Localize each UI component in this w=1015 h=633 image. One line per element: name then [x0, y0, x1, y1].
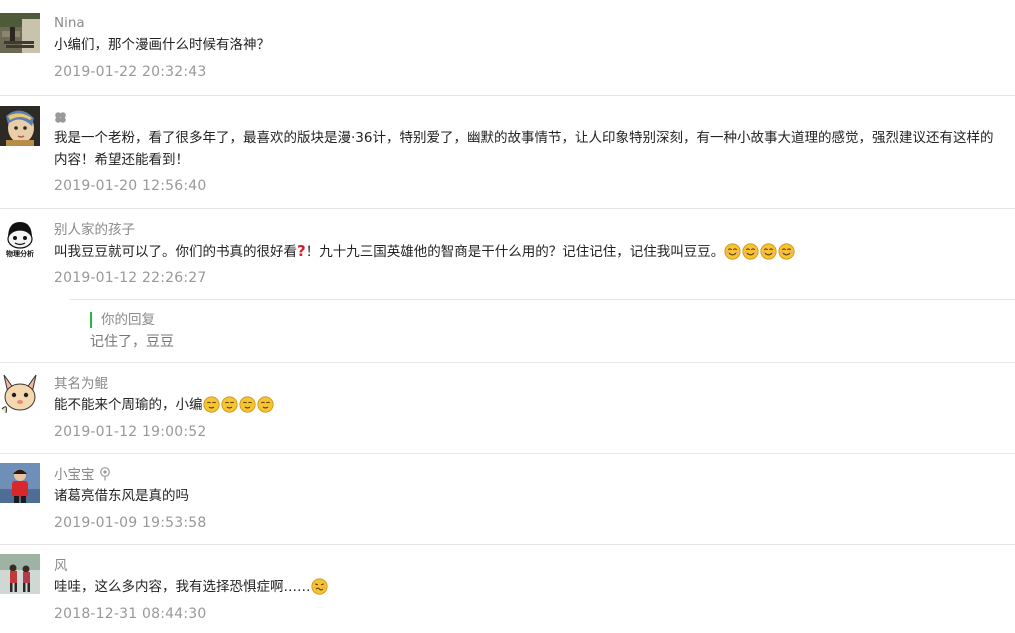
- comment-item: 我是一个老粉，看了很多年了，最喜欢的版块是漫·36计，特别爱了，幽默的故事情节，…: [0, 95, 1015, 208]
- comment-item: 其名为鲲 能不能来个周瑜的，小编 2019-01-12 19:00:52: [0, 362, 1015, 453]
- avatar[interactable]: [0, 554, 40, 594]
- smile-emoji-icon: [256, 396, 274, 413]
- author-reply: 你的回复 记住了，豆豆: [70, 299, 1015, 365]
- avatar[interactable]: [0, 106, 40, 146]
- comment-list: Nina 小编们，那个漫画什么时候有洛神？ 2019-01-22 20:32:4…: [0, 0, 1015, 633]
- avatar[interactable]: [0, 13, 40, 53]
- comment-time: 2019-01-12 22:26:27: [54, 270, 207, 286]
- svg-text:物理分析: 物理分析: [6, 249, 34, 258]
- comment-author: [54, 109, 67, 127]
- comment-time: 2019-01-20 12:56:40: [54, 178, 207, 194]
- avatar[interactable]: 物理分析: [0, 218, 40, 258]
- red-question-mark-icon: ?: [297, 242, 306, 260]
- blush-emoji-icon: [742, 243, 759, 260]
- comment-author: 小宝宝: [54, 466, 111, 484]
- reply-label: 你的回复: [90, 312, 155, 328]
- comment-author: 别人家的孩子: [54, 222, 135, 238]
- comment-item: 物理分析 别人家的孩子 叫我豆豆就可以了。你们的书真的很好看?！九十九三国英雄他…: [0, 208, 1015, 362]
- woozy-emoji-icon: [310, 578, 328, 595]
- comment-author: 其名为鲲: [54, 376, 108, 392]
- comment-text: 我是一个老粉，看了很多年了，最喜欢的版块是漫·36计，特别爱了，幽默的故事情节，…: [54, 130, 994, 168]
- smile-emoji-icon: [202, 396, 220, 413]
- avatar[interactable]: [0, 373, 40, 413]
- reply-text: 记住了，豆豆: [90, 334, 174, 350]
- comment-text: 叫我豆豆就可以了。你们的书真的很好看?！九十九三国英雄他的智商是干什么用的？记住…: [54, 240, 1004, 263]
- clover-icon: [55, 112, 66, 123]
- comment-text: 能不能来个周瑜的，小编: [54, 394, 1004, 416]
- comment-time: 2019-01-12 19:00:52: [54, 424, 207, 440]
- comment-author: Nina: [54, 15, 85, 31]
- comment-author: 风: [54, 558, 68, 574]
- smile-emoji-icon: [220, 396, 238, 413]
- comment-item: 风 哇哇，这么多内容，我有选择恐惧症啊…… 2018-12-31 08:44:3…: [0, 544, 1015, 633]
- smile-emoji-icon: [238, 396, 256, 413]
- comment-time: 2018-12-31 08:44:30: [54, 606, 207, 622]
- comment-text: 哇哇，这么多内容，我有选择恐惧症啊……: [54, 576, 1004, 598]
- blush-emoji-icon: [778, 243, 795, 260]
- comment-text: 诸葛亮借东风是真的吗: [54, 488, 189, 504]
- comment-time: 2019-01-22 20:32:43: [54, 64, 207, 80]
- avatar[interactable]: [0, 463, 40, 503]
- blush-emoji-icon: [760, 243, 777, 260]
- blush-emoji-icon: [724, 243, 741, 260]
- comment-item: 小宝宝 诸葛亮借东风是真的吗 2019-01-09 19:53:58: [0, 453, 1015, 544]
- comment-text: 小编们，那个漫画什么时候有洛神？: [54, 37, 270, 53]
- comment-time: 2019-01-09 19:53:58: [54, 515, 207, 531]
- comment-item: Nina 小编们，那个漫画什么时候有洛神？ 2019-01-22 20:32:4…: [0, 0, 1015, 95]
- location-pin-icon: [99, 467, 110, 481]
